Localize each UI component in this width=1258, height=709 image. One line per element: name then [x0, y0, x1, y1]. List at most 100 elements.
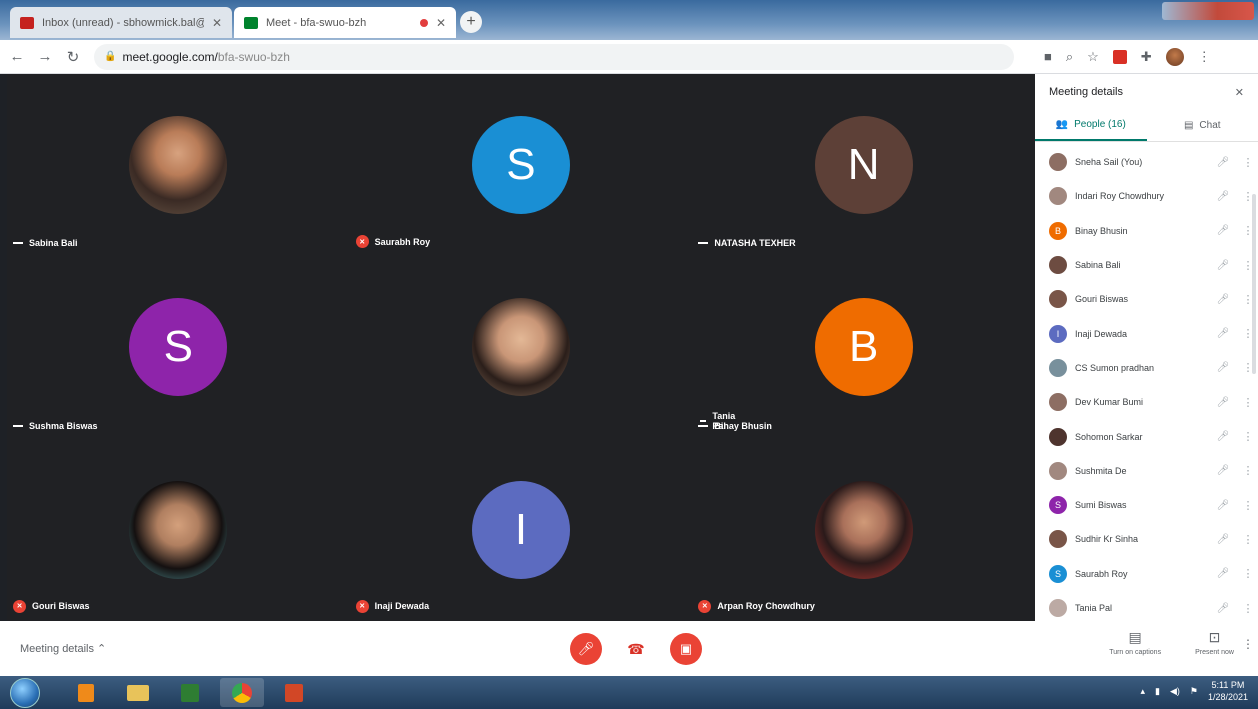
new-tab-button[interactable]: + [460, 11, 482, 33]
tab-meet[interactable]: Meet - bfa-swuo-bzh ✕ [234, 7, 456, 38]
extension-icon[interactable] [1112, 49, 1127, 64]
more-options-icon[interactable]: ⋮ [1238, 567, 1258, 580]
close-tab-icon[interactable]: ✕ [436, 16, 446, 30]
powerpoint-icon[interactable] [272, 678, 316, 707]
more-options-icon[interactable]: ⋮ [1238, 396, 1258, 409]
participant-tile[interactable]: Tania Pal [350, 256, 735, 438]
clock[interactable]: 5:11 PM 1/28/2021 [1208, 679, 1248, 703]
excel-icon[interactable] [168, 678, 212, 707]
meeting-details-panel: Meeting details ✕ 👥 People (16) ▤ Chat S… [1035, 74, 1258, 621]
browser-toolbar: ← → ↻ 🔒 meet.google.com/bfa-swuo-bzh ■ ⌕… [0, 40, 1258, 74]
volume-icon[interactable]: ◀) [1170, 686, 1180, 697]
participant-name: Indari Roy Chowdhury [1075, 191, 1165, 202]
menu-icon[interactable]: ⋮ [1198, 49, 1211, 65]
recording-indicator-icon [419, 18, 428, 27]
gmail-icon [20, 16, 34, 29]
mic-icon: 🎤︎ [1216, 465, 1230, 477]
camera-icon[interactable]: ■ [1044, 49, 1052, 64]
participant-tile[interactable]: ✕ Gouri Biswas [7, 439, 350, 621]
meet-icon [244, 16, 258, 29]
avatar [1049, 461, 1067, 480]
flag-icon[interactable]: ⚑ [1190, 686, 1198, 697]
forward-icon[interactable]: → [34, 48, 56, 65]
list-item[interactable]: Gouri Biswas 🎤︎ ⋮ [1035, 282, 1258, 316]
start-button[interactable] [10, 677, 40, 708]
more-options-icon[interactable]: ⋮ [1238, 602, 1258, 615]
mic-icon: 🎤︎ [1216, 431, 1230, 443]
puzzle-icon[interactable]: ✚ [1141, 49, 1152, 65]
list-item[interactable]: CS Sumon pradhan 🎤︎ ⋮ [1035, 351, 1258, 385]
avatar: S [1049, 564, 1067, 583]
participant-tile[interactable]: I ✕ Inaji Dewada [350, 439, 693, 621]
tab-title: Meet - bfa-swuo-bzh [266, 16, 367, 29]
mic-icon: 🎤︎ [1216, 190, 1230, 202]
participant-name: Sushmita De [1075, 465, 1127, 476]
mic-off-icon: ✕ [355, 235, 369, 249]
list-item[interactable]: B Binay Bhusin 🎤︎ ⋮ [1035, 214, 1258, 248]
participant-tile[interactable]: N NATASHA TEXHER [692, 74, 1035, 256]
participant-tile[interactable]: ✕ Arpan Roy Chowdhury [692, 439, 1035, 621]
captions-label: Turn on captions [1109, 649, 1162, 656]
browser-tab-strip: Inbox (unread) - sbhowmick.bal@gmail.com… [0, 0, 1258, 40]
star-icon[interactable]: ☆ [1087, 49, 1099, 65]
meeting-details-button[interactable]: Meeting details ⌃ [20, 642, 106, 655]
more-options-icon[interactable]: ⋮ [1238, 533, 1258, 546]
participant-name: Saurabh Roy [374, 236, 431, 247]
more-options-icon[interactable]: ⋮ [1238, 430, 1258, 443]
list-item[interactable]: I Inaji Dewada 🎤︎ ⋮ [1035, 316, 1258, 350]
close-panel-button[interactable]: ✕ [1235, 86, 1244, 99]
participant-tile[interactable]: S ✕ Saurabh Roy [350, 74, 693, 256]
participant-name: Sohomon Sarkar [1075, 431, 1143, 442]
list-item[interactable]: Sohomon Sarkar 🎤︎ ⋮ [1035, 419, 1258, 453]
list-item[interactable]: Sneha Sail (You) 🎤︎ ⋮ [1035, 145, 1258, 179]
more-options-icon[interactable]: ⋮ [1238, 499, 1258, 512]
mic-icon: 🎤︎ [1216, 328, 1230, 340]
camera-toggle-button[interactable]: ▣ [670, 633, 702, 665]
present-now-button[interactable]: ⊡ Present now [1195, 629, 1234, 656]
chrome-icon[interactable] [220, 678, 264, 707]
avatar [1049, 256, 1067, 275]
participant-name: Tania Pal [1075, 603, 1113, 613]
window-controls[interactable] [1162, 2, 1254, 20]
more-options-icon[interactable]: ⋮ [1238, 156, 1258, 169]
list-item[interactable]: Sushmita De 🎤︎ ⋮ [1035, 454, 1258, 488]
avatar: B [814, 298, 913, 397]
file-explorer-icon[interactable] [116, 678, 160, 707]
present-label: Present now [1195, 649, 1234, 656]
participant-tile[interactable]: S Sushma Biswas [7, 256, 350, 438]
profile-avatar[interactable] [1165, 47, 1184, 66]
url-path: bfa-swuo-bzh [217, 49, 290, 64]
participant-name: Sudhir Kr Sinha [1075, 534, 1139, 545]
participant-tile[interactable]: Sabina Bali [7, 74, 350, 256]
more-options-icon[interactable]: ⋮ [1242, 637, 1254, 651]
mic-icon: 🎤︎ [1216, 225, 1230, 237]
tab-gmail[interactable]: Inbox (unread) - sbhowmick.bal@gmail.com… [10, 7, 232, 38]
list-item[interactable]: S Saurabh Roy 🎤︎ ⋮ [1035, 557, 1258, 591]
search-icon[interactable]: ⌕ [1066, 49, 1073, 65]
reload-icon[interactable]: ↻ [62, 48, 84, 66]
more-options-icon[interactable]: ⋮ [1238, 464, 1258, 477]
participant-name: Binay Bhusin [1075, 225, 1128, 236]
leave-call-button[interactable]: ☎ [620, 633, 652, 665]
list-item[interactable]: Indari Roy Chowdhury 🎤︎ ⋮ [1035, 179, 1258, 213]
scrollbar[interactable] [1252, 194, 1256, 374]
close-tab-icon[interactable]: ✕ [212, 16, 222, 30]
media-player-icon[interactable] [64, 678, 108, 707]
tray-arrow-icon[interactable]: ▴ [1140, 686, 1145, 697]
avatar [1049, 427, 1067, 446]
mic-toggle-button[interactable]: 🎤︎ [570, 633, 602, 665]
participant-tile[interactable]: B Binay Bhusin [692, 256, 1035, 438]
list-item[interactable]: Sabina Bali 🎤︎ ⋮ [1035, 248, 1258, 282]
mic-icon: 🎤︎ [1216, 568, 1230, 580]
tab-people[interactable]: 👥 People (16) [1035, 110, 1147, 141]
list-item[interactable]: Tania Pal 🎤︎ ⋮ [1035, 591, 1258, 625]
back-icon[interactable]: ← [6, 48, 28, 65]
list-item[interactable]: S Sumi Biswas 🎤︎ ⋮ [1035, 488, 1258, 522]
tab-chat[interactable]: ▤ Chat [1147, 110, 1258, 141]
network-icon[interactable]: ▮ [1155, 686, 1160, 697]
address-bar[interactable]: 🔒 meet.google.com/bfa-swuo-bzh [94, 43, 1014, 70]
mic-off-icon: ✕ [698, 599, 712, 613]
list-item[interactable]: Dev Kumar Bumi 🎤︎ ⋮ [1035, 385, 1258, 419]
list-item[interactable]: Sudhir Kr Sinha 🎤︎ ⋮ [1035, 522, 1258, 556]
captions-button[interactable]: ▤ Turn on captions [1109, 629, 1161, 656]
